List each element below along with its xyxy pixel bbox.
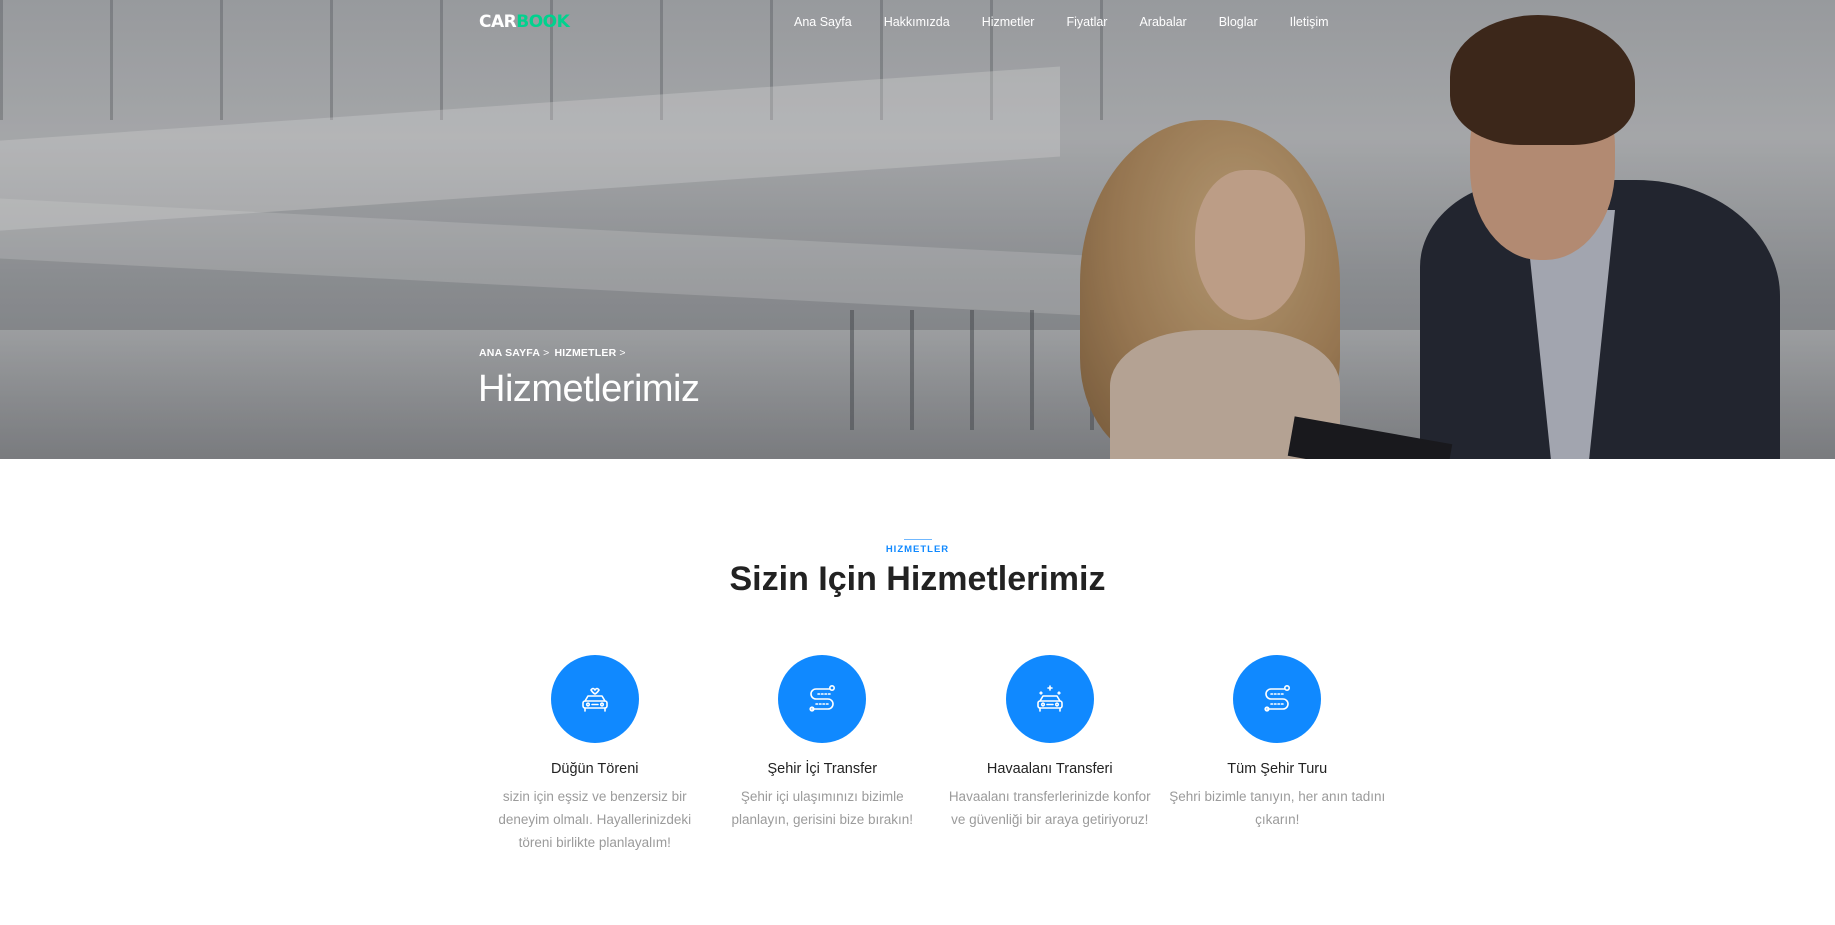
service-title: Havaalanı Transferi (986, 761, 1113, 777)
route-icon (1233, 655, 1322, 743)
car-sparkle-icon (1005, 655, 1094, 743)
breadcrumb-separator: > (619, 347, 626, 359)
hero-banner: CARBOOK Ana Sayfa Hakkımızda Hizmetler F… (0, 0, 1835, 459)
section-subheading-text: HIZMETLER (885, 544, 950, 555)
nav-item-pricing[interactable]: Fiyatlar (1066, 15, 1107, 29)
service-card-airport-transfer: Havaalanı Transferi Havaalanı transferle… (936, 655, 1164, 854)
services-section: HIZMETLER Sizin Için Hizmetlerimiz Düğün… (0, 459, 1835, 925)
service-title: Şehir İçi Transfer (767, 761, 878, 777)
nav-item-blogs[interactable]: Bloglar (1219, 15, 1258, 29)
service-description: Şehir içi ulaşımınızı bizimle planlayın,… (731, 789, 914, 827)
subheading-line (903, 539, 932, 540)
route-icon (778, 655, 867, 743)
wedding-car-icon (550, 655, 639, 743)
service-description: Havaalanı transferlerinizde konfor ve gü… (948, 789, 1151, 827)
service-title: Tüm Şehir Turu (1227, 761, 1328, 777)
service-description: sizin için eşsiz ve benzersiz bir deneyi… (498, 789, 692, 850)
service-description: Şehri bizimle tanıyın, her anın tadını ç… (1169, 789, 1386, 827)
nav-item-contact[interactable]: Iletişim (1290, 15, 1329, 29)
section-subheading: HIZMETLER (0, 539, 1835, 555)
page-title: Hizmetlerimiz (478, 368, 700, 410)
breadcrumb-current: HIZMETLER (554, 347, 617, 359)
nav-item-services[interactable]: Hizmetler (982, 15, 1035, 29)
top-navbar: CARBOOK Ana Sayfa Hakkımızda Hizmetler F… (0, 0, 1835, 48)
main-menu: Ana Sayfa Hakkımızda Hizmetler Fiyatlar … (794, 15, 1361, 29)
nav-item-cars[interactable]: Arabalar (1139, 15, 1186, 29)
service-title: Düğün Töreni (550, 761, 639, 777)
service-card-city-tour: Tüm Şehir Turu Şehri bizimle tanıyın, he… (1164, 655, 1392, 854)
nav-item-about[interactable]: Hakkımızda (884, 15, 950, 29)
breadcrumb-home[interactable]: ANA SAYFA (479, 347, 540, 359)
brand-logo[interactable]: CARBOOK (479, 12, 570, 32)
breadcrumb-separator: > (543, 347, 550, 359)
hero-overlay (0, 0, 1835, 459)
section-title: Sizin Için Hizmetlerimiz (729, 560, 1106, 598)
brand-logo-part2: BOOK (516, 12, 570, 32)
services-list: Düğün Töreni sizin için eşsiz ve benzers… (481, 655, 1391, 854)
service-card-wedding: Düğün Töreni sizin için eşsiz ve benzers… (481, 655, 709, 854)
brand-logo-part1: CAR (479, 12, 517, 32)
nav-item-home[interactable]: Ana Sayfa (794, 15, 852, 29)
service-card-city-transfer: Şehir İçi Transfer Şehir içi ulaşımınızı… (709, 655, 937, 854)
breadcrumb: ANA SAYFA > HIZMETLER > (479, 347, 631, 359)
